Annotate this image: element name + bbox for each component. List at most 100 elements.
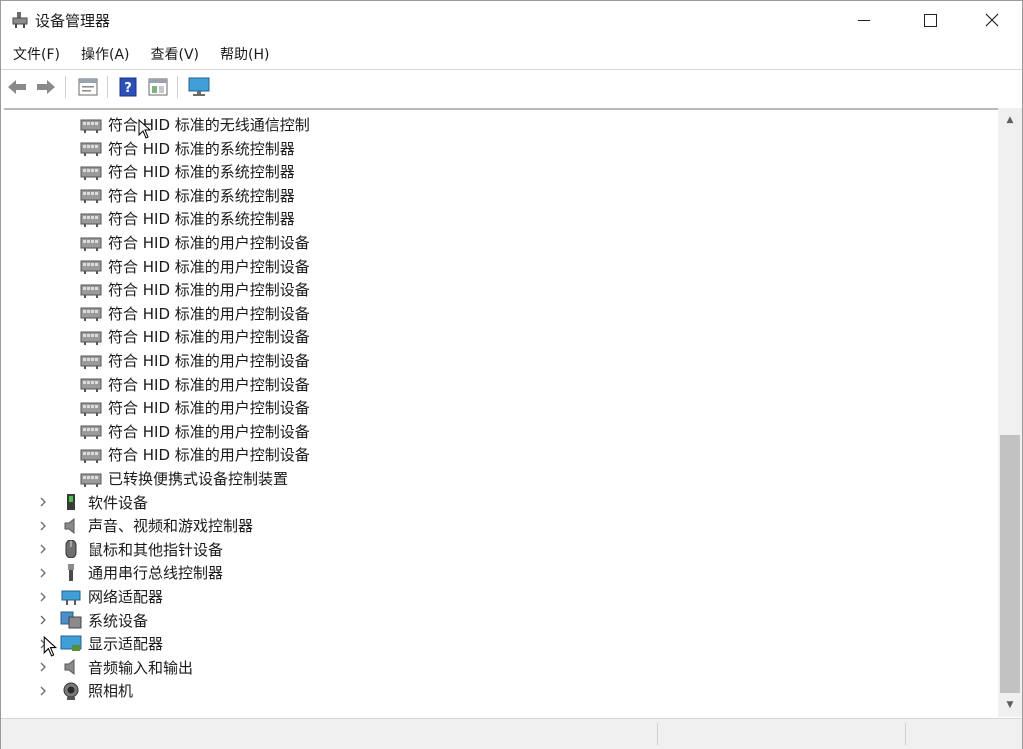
tree-device-item[interactable]: 符合 HID 标准的用户控制设备: [80, 255, 310, 278]
tree-device-item[interactable]: 符合 HID 标准的系统控制器: [80, 184, 295, 207]
toolbar-separator: [177, 76, 178, 98]
menu-view[interactable]: 查看(V): [141, 41, 210, 67]
tree-item-label: 符合 HID 标准的用户控制设备: [108, 328, 310, 347]
tree-item-label: 符合 HID 标准的系统控制器: [108, 186, 295, 205]
device-view-icon: [148, 78, 168, 96]
tree-item-label: 已转换便携式设备控制装置: [108, 470, 289, 488]
tree-device-item[interactable]: 符合 HID 标准的用户控制设备: [80, 443, 310, 466]
tree-category[interactable]: 软件设备: [36, 491, 148, 514]
toolbar-separator: [65, 76, 66, 98]
tree-category-label: 通用串行总线控制器: [88, 564, 224, 583]
hid-device-icon: [80, 139, 102, 157]
tree-category[interactable]: 照相机: [36, 679, 133, 702]
hid-device-icon: [80, 446, 102, 464]
tree-device-item[interactable]: 符合 HID 标准的用户控制设备: [80, 278, 310, 301]
tree-item-label: 符合 HID 标准的用户控制设备: [108, 422, 310, 441]
chevron-right-icon[interactable]: [36, 519, 50, 533]
tree-device-item[interactable]: 符合 HID 标准的用户控制设备: [80, 302, 310, 325]
hid-device-icon: [80, 399, 102, 417]
device-tree: 符合 HID 标准的无线通信控制 符合 HID 标准的系统控制器 符合 HID 标准…: [4, 108, 998, 719]
tree-category[interactable]: 网络适配器: [36, 585, 163, 608]
vertical-scrollbar[interactable]: ▲ ▼: [998, 108, 1022, 717]
tree-device-item[interactable]: 符合 HID 标准的用户控制设备: [80, 373, 310, 396]
system-device-icon: [60, 611, 82, 629]
toolbar-separator: [107, 76, 108, 98]
hid-device-icon: [80, 328, 102, 346]
help-button[interactable]: ?: [117, 76, 139, 98]
back-arrow-icon: [8, 80, 26, 94]
menu-help[interactable]: 帮助(H): [210, 41, 279, 67]
help-icon: ?: [119, 77, 137, 97]
tree-category[interactable]: 鼠标和其他指针设备: [36, 538, 223, 561]
hid-device-icon: [80, 116, 102, 134]
hid-device-icon: [80, 375, 102, 393]
mouse-cursor-icon: [138, 119, 151, 139]
scan-hardware-button[interactable]: [188, 76, 210, 98]
tree-device-item[interactable]: 已转换便携式设备控制装置: [80, 467, 288, 490]
menu-bar: 文件(F) 操作(A) 查看(V) 帮助(H): [1, 41, 280, 67]
minimize-icon: [858, 19, 870, 21]
title-bar: 设备管理器: [1, 1, 1022, 39]
tree-category[interactable]: 音频输入和输出: [36, 656, 193, 679]
forward-arrow-icon: [37, 80, 55, 94]
toolbar: ?: [1, 69, 1022, 104]
status-separator: [905, 723, 906, 745]
chevron-right-icon[interactable]: [36, 542, 50, 556]
speaker-icon: [60, 517, 82, 535]
properties-button[interactable]: [77, 76, 99, 98]
tree-category-label: 照相机: [88, 682, 134, 701]
scroll-down-button[interactable]: ▼: [998, 695, 1022, 715]
mouse-icon: [60, 540, 82, 559]
tree-category-label: 显示适配器: [88, 635, 164, 654]
tree-category[interactable]: 通用串行总线控制器: [36, 561, 223, 584]
chevron-right-icon[interactable]: [36, 566, 50, 580]
status-separator: [657, 723, 658, 745]
tree-device-item[interactable]: 符合 HID 标准的用户控制设备: [80, 349, 310, 372]
hid-device-icon: [80, 186, 102, 204]
tree-device-item[interactable]: 符合 HID 标准的用户控制设备: [80, 325, 310, 348]
tree-device-item[interactable]: 符合 HID 标准的系统控制器: [80, 160, 295, 183]
tree-item-label: 符合 HID 标准的用户控制设备: [108, 375, 310, 394]
view-button[interactable]: [147, 76, 169, 98]
chevron-right-icon[interactable]: [36, 660, 50, 674]
device-manager-icon: [12, 12, 28, 28]
menu-file[interactable]: 文件(F): [1, 41, 70, 67]
svg-text:?: ?: [124, 81, 132, 96]
tree-item-label: 符合 HID 标准的系统控制器: [108, 163, 295, 182]
tree-device-item[interactable]: 符合 HID 标准的无线通信控制: [80, 113, 310, 136]
chevron-right-icon[interactable]: [36, 590, 50, 604]
tree-item-label: 符合 HID 标准的用户控制设备: [108, 281, 310, 300]
minimize-button[interactable]: [841, 1, 887, 39]
maximize-icon: [923, 13, 937, 27]
tree-category-label: 音频输入和输出: [88, 658, 194, 677]
chevron-right-icon[interactable]: [36, 495, 50, 509]
tree-category-label: 鼠标和其他指针设备: [88, 540, 224, 559]
tree-device-item[interactable]: 符合 HID 标准的系统控制器: [80, 207, 295, 230]
hid-device-icon: [80, 470, 102, 488]
chevron-right-icon[interactable]: [36, 684, 50, 698]
tree-category-label: 网络适配器: [88, 588, 164, 606]
camera-icon: [60, 682, 82, 700]
tree-device-item[interactable]: 符合 HID 标准的系统控制器: [80, 137, 295, 160]
forward-button[interactable]: [35, 76, 57, 98]
tree-category[interactable]: 声音、视频和游戏控制器: [36, 514, 253, 537]
back-button[interactable]: [6, 76, 28, 98]
tree-device-item[interactable]: 符合 HID 标准的用户控制设备: [80, 231, 310, 254]
tree-category[interactable]: 系统设备: [36, 609, 148, 632]
scroll-up-button[interactable]: ▲: [998, 110, 1022, 130]
monitor-scan-icon: [188, 77, 210, 96]
close-icon: [985, 13, 999, 27]
tree-item-label: 符合 HID 标准的用户控制设备: [108, 446, 310, 465]
tree-device-item[interactable]: 符合 HID 标准的用户控制设备: [80, 420, 310, 443]
maximize-button[interactable]: [907, 1, 953, 39]
usb-icon: [60, 563, 82, 582]
hid-device-icon: [80, 304, 102, 322]
hid-device-icon: [80, 210, 102, 228]
properties-icon: [78, 78, 98, 96]
chevron-right-icon[interactable]: [36, 613, 50, 627]
tree-device-item[interactable]: 符合 HID 标准的用户控制设备: [80, 396, 310, 419]
close-button[interactable]: [969, 1, 1015, 39]
hid-device-icon: [80, 281, 102, 299]
scrollbar-thumb[interactable]: [1000, 435, 1020, 693]
menu-action[interactable]: 操作(A): [71, 41, 140, 67]
